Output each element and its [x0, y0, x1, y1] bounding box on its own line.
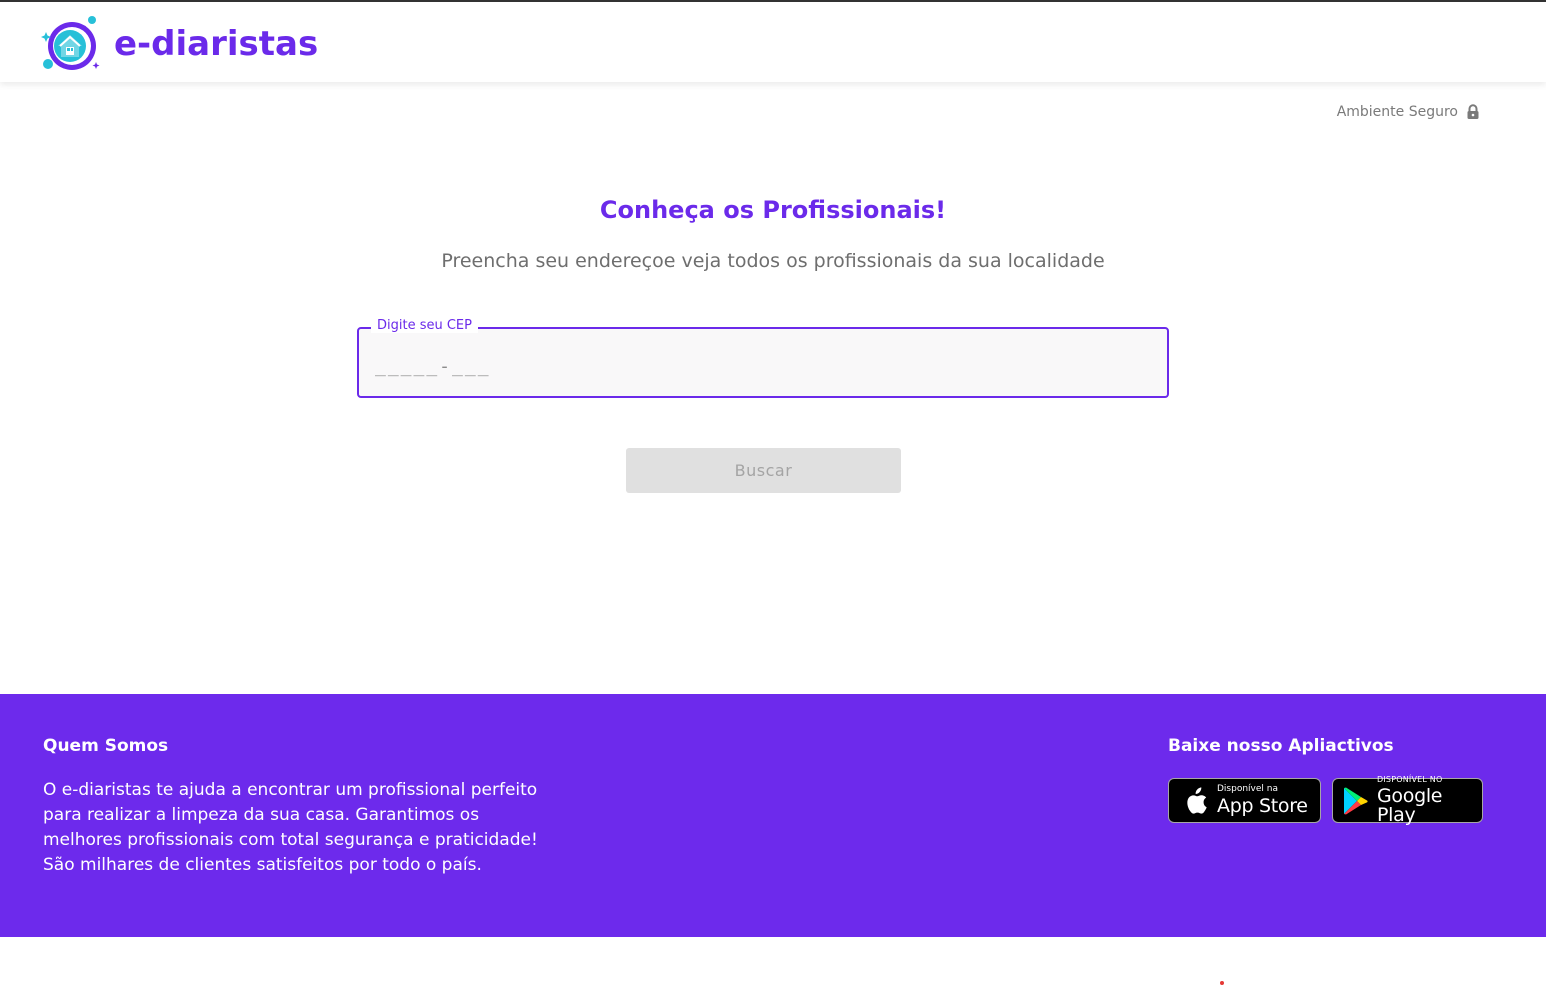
footer-about-section: Quem Somos O e-diaristas te ajuda a enco… — [43, 736, 553, 878]
footer-apps-section: Baixe nosso Apliactivos Disponível na Ap… — [1168, 736, 1508, 825]
app-store-big-text: App Store — [1217, 795, 1308, 817]
cep-field: Digite seu CEP — [357, 318, 1169, 398]
google-play-big-text: Google Play — [1377, 785, 1443, 826]
secure-label: Ambiente Seguro — [1336, 104, 1458, 120]
app-store-badges: Disponível na App Store DISPONÍVEL NO Go… — [1168, 776, 1508, 825]
app-store-badge-text: Disponível na App Store — [1217, 785, 1308, 816]
secure-environment-indicator: Ambiente Seguro — [1337, 104, 1480, 120]
brand-name: e-diaristas — [114, 24, 319, 64]
lock-icon — [1467, 104, 1479, 119]
google-play-small-text: DISPONÍVEL NO — [1377, 775, 1443, 784]
cep-field-label: Digite seu CEP — [371, 318, 478, 333]
search-button[interactable]: Buscar — [626, 448, 901, 493]
cep-input[interactable] — [375, 351, 1135, 381]
brand-logo-link[interactable]: e-diaristas — [40, 12, 318, 76]
app-store-small-text: Disponível na — [1217, 784, 1278, 794]
site-footer: Quem Somos O e-diaristas te ajuda a enco… — [0, 694, 1546, 937]
google-play-icon — [1344, 787, 1368, 814]
cursor-dot — [1220, 981, 1224, 985]
footer-about-title: Quem Somos — [43, 736, 169, 756]
house-cleaning-logo-icon — [41, 16, 100, 70]
apple-icon — [1187, 786, 1207, 814]
footer-apps-title: Baixe nosso Apliactivos — [1168, 736, 1394, 756]
site-header: e-diaristas — [0, 2, 1546, 82]
app-store-badge[interactable]: Disponível na App Store — [1168, 778, 1321, 823]
page-title: Conheça os Profissionais! — [599, 196, 947, 224]
google-play-badge[interactable]: DISPONÍVEL NO Google Play — [1332, 776, 1483, 825]
google-play-badge-text: DISPONÍVEL NO Google Play — [1377, 776, 1482, 825]
footer-about-text: O e-diaristas te ajuda a encontrar um pr… — [43, 780, 538, 875]
page-subtitle: Preencha seu endereçoe veja todos os pro… — [441, 250, 1105, 272]
